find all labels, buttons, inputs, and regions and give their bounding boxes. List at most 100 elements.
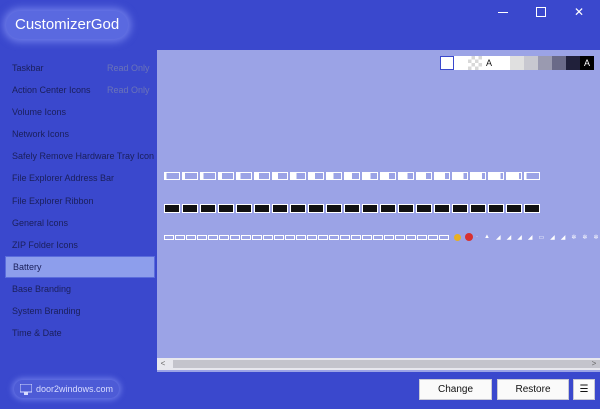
scroll-left-icon[interactable]: < (157, 358, 169, 370)
swatch-2[interactable] (468, 56, 482, 70)
battery-icon[interactable] (186, 234, 196, 240)
sidebar-item-taskbar[interactable]: Taskbar Read Only (5, 57, 155, 79)
battery-icon[interactable] (452, 204, 468, 213)
sidebar-item-time-date[interactable]: Time & Date (5, 322, 155, 344)
battery-icon[interactable] (434, 172, 450, 180)
battery-icon[interactable] (218, 204, 234, 213)
close-button[interactable]: ✕ (560, 0, 598, 24)
battery-icon[interactable] (296, 234, 306, 240)
battery-icon[interactable] (290, 172, 306, 180)
battery-icon[interactable] (524, 172, 540, 180)
tray-glyph-icon[interactable]: ▭ (538, 234, 544, 241)
tray-glyph-icon[interactable]: ✲ (571, 234, 576, 241)
battery-icon[interactable] (236, 172, 252, 180)
swatch-6[interactable] (524, 56, 538, 70)
battery-icon[interactable] (164, 234, 174, 240)
door2windows-logo[interactable]: door2windows.com (14, 380, 120, 398)
battery-icon[interactable] (470, 204, 486, 213)
battery-icon[interactable] (285, 234, 295, 240)
battery-icon[interactable] (236, 204, 252, 213)
battery-icon[interactable] (488, 172, 504, 180)
sidebar-item-general-icons[interactable]: General Icons (5, 212, 155, 234)
battery-icon[interactable] (329, 234, 339, 240)
scroll-right-icon[interactable]: > (588, 358, 600, 370)
battery-icon[interactable] (200, 172, 216, 180)
battery-icon[interactable] (417, 234, 427, 240)
battery-icon[interactable] (254, 172, 270, 180)
swatch-5[interactable] (510, 56, 524, 70)
battery-icon[interactable] (434, 204, 450, 213)
battery-icon[interactable] (164, 204, 180, 213)
battery-icon[interactable] (506, 204, 522, 213)
battery-icon[interactable] (197, 234, 207, 240)
battery-icon[interactable] (524, 204, 540, 213)
battery-icon[interactable] (318, 234, 328, 240)
sidebar-item-zip-folder-icons[interactable]: ZIP Folder Icons (5, 234, 155, 256)
battery-icon[interactable] (452, 172, 468, 180)
horizontal-scrollbar[interactable]: < > (157, 358, 600, 370)
battery-icon[interactable] (380, 204, 396, 213)
battery-icon[interactable] (164, 172, 180, 180)
swatch-3[interactable]: A (482, 56, 496, 70)
battery-icon[interactable] (395, 234, 405, 240)
sidebar-item-action-center-icons[interactable]: Action Center Icons Read Only (5, 79, 155, 101)
battery-icon[interactable] (380, 172, 396, 180)
tray-glyph-icon[interactable]: ◢ (550, 234, 555, 241)
battery-icon[interactable] (351, 234, 361, 240)
tray-glyph-icon[interactable]: ◢ (496, 234, 501, 241)
sidebar-item-safely-remove-hardware-tray-icon[interactable]: Safely Remove Hardware Tray Icon (5, 145, 155, 167)
sidebar-item-file-explorer-address-bar[interactable]: File Explorer Address Bar (5, 167, 155, 189)
restore-button[interactable]: Restore (497, 379, 569, 400)
battery-icon[interactable] (406, 234, 416, 240)
battery-icon[interactable] (470, 172, 486, 180)
battery-icon[interactable] (398, 204, 414, 213)
battery-icon[interactable] (182, 204, 198, 213)
battery-icon[interactable] (416, 172, 432, 180)
tray-glyph-icon[interactable]: ◢ (507, 234, 512, 241)
battery-icon[interactable] (218, 172, 234, 180)
battery-icon[interactable] (384, 234, 394, 240)
battery-icon[interactable] (428, 234, 438, 240)
battery-icon[interactable] (344, 172, 360, 180)
battery-icon[interactable] (254, 204, 270, 213)
battery-icon[interactable] (340, 234, 350, 240)
swatch-9[interactable] (566, 56, 580, 70)
sidebar-item-base-branding[interactable]: Base Branding (5, 278, 155, 300)
battery-icon[interactable] (362, 172, 378, 180)
menu-button[interactable]: ☰ (573, 379, 595, 400)
swatch-8[interactable] (552, 56, 566, 70)
battery-icon[interactable] (263, 234, 273, 240)
minimize-button[interactable] (484, 0, 522, 24)
tray-glyph-icon[interactable]: ◢ (561, 234, 566, 241)
tray-glyph-icon[interactable]: ◢ (517, 234, 522, 241)
warning-icon[interactable] (454, 233, 461, 241)
sidebar-item-system-branding[interactable]: System Branding (5, 300, 155, 322)
battery-icon[interactable] (506, 172, 522, 180)
battery-icon[interactable] (344, 204, 360, 213)
sidebar-item-volume-icons[interactable]: Volume Icons (5, 101, 155, 123)
battery-icon[interactable] (488, 204, 504, 213)
battery-icon[interactable] (362, 234, 372, 240)
battery-icon[interactable] (439, 234, 449, 240)
battery-icon[interactable] (230, 234, 240, 240)
battery-icon[interactable] (326, 204, 342, 213)
battery-icon[interactable] (416, 204, 432, 213)
tray-glyph-icon[interactable]: ✲ (582, 234, 587, 241)
battery-icon[interactable] (326, 172, 342, 180)
error-icon[interactable] (465, 233, 473, 241)
battery-icon[interactable] (373, 234, 383, 240)
swatch-1[interactable] (454, 56, 468, 70)
swatch-4[interactable] (496, 56, 510, 70)
swatch-10[interactable]: A (580, 56, 594, 70)
tray-glyph-icon[interactable]: ◢ (528, 234, 533, 241)
battery-icon[interactable] (182, 172, 198, 180)
tray-glyph-icon[interactable]: ▲ (484, 234, 490, 240)
battery-icon[interactable] (200, 204, 216, 213)
tray-glyph-icon[interactable]: ✲ (593, 234, 598, 241)
battery-icon[interactable] (398, 172, 414, 180)
battery-icon[interactable] (252, 234, 262, 240)
scroll-thumb[interactable] (173, 360, 600, 368)
swatch-7[interactable] (538, 56, 552, 70)
battery-icon[interactable] (219, 234, 229, 240)
sidebar-item-file-explorer-ribbon[interactable]: File Explorer Ribbon (5, 190, 155, 212)
